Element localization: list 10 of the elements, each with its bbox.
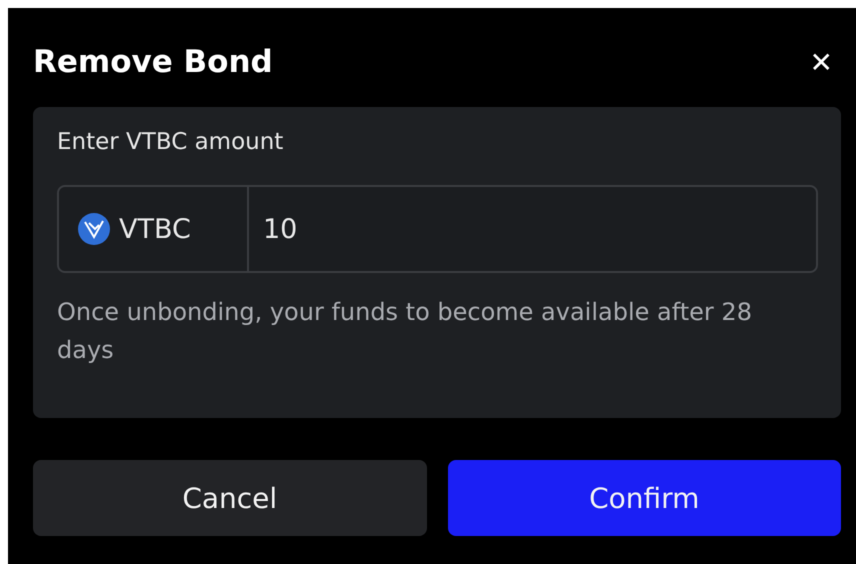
amount-field[interactable]: VTBC 10 <box>57 185 818 273</box>
token-logo-icon <box>77 212 111 246</box>
unbonding-note: Once unbonding, your funds to become available after 28 days <box>57 297 753 366</box>
amount-input[interactable]: 10 <box>249 187 816 271</box>
token-label: VTBC <box>119 214 191 244</box>
confirm-button[interactable]: Confirm <box>448 460 841 536</box>
close-button[interactable]: ✕ <box>802 46 841 78</box>
dialog-title: Remove Bond <box>33 44 273 80</box>
cancel-button[interactable]: Cancel <box>33 460 426 536</box>
field-label: Enter VTBC amount <box>57 129 284 155</box>
